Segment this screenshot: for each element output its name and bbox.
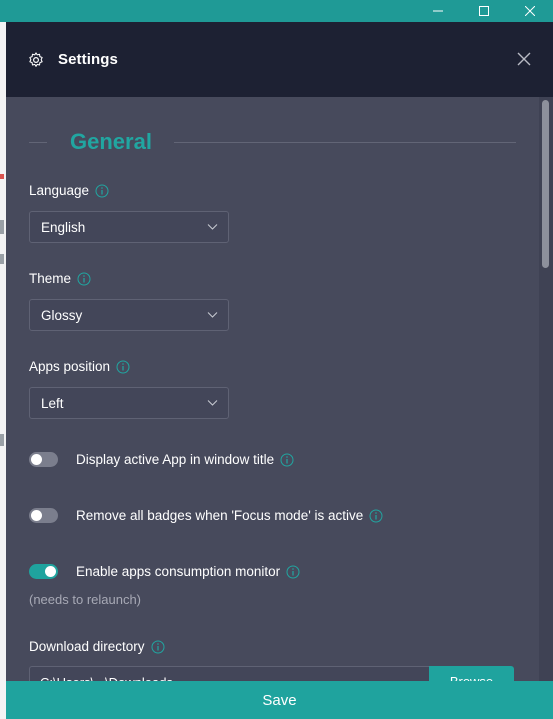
close-icon[interactable] xyxy=(516,51,532,67)
background-mark xyxy=(0,434,4,446)
chevron-down-icon xyxy=(207,312,218,318)
remove-badges-toggle[interactable] xyxy=(29,508,58,523)
info-icon[interactable] xyxy=(95,184,109,198)
info-icon[interactable] xyxy=(286,565,300,579)
language-label: Language xyxy=(29,183,109,198)
background-mark xyxy=(0,174,4,179)
active-app-title-toggle[interactable] xyxy=(29,452,58,467)
apps-position-label-text: Apps position xyxy=(29,359,111,374)
section-title: General xyxy=(70,129,152,154)
info-icon[interactable] xyxy=(116,360,130,374)
relaunch-note: (needs to relaunch) xyxy=(29,592,142,607)
toggle-row-consumption-monitor: Enable apps consumption monitor xyxy=(29,564,300,579)
settings-modal: Settings General Language English Theme … xyxy=(6,22,553,719)
toggle-label: Enable apps consumption monitor xyxy=(76,564,281,579)
chevron-down-icon xyxy=(207,224,218,230)
modal-title: Settings xyxy=(58,51,118,68)
theme-label-text: Theme xyxy=(29,271,72,286)
consumption-monitor-toggle[interactable] xyxy=(29,564,58,579)
theme-select[interactable]: Glossy xyxy=(29,299,229,331)
theme-label: Theme xyxy=(29,271,91,286)
divider xyxy=(173,141,516,143)
info-icon[interactable] xyxy=(77,272,91,286)
modal-header: Settings xyxy=(6,22,553,97)
save-button[interactable]: Save xyxy=(6,681,553,719)
window-titlebar xyxy=(0,0,553,22)
language-select[interactable]: English xyxy=(29,211,229,243)
toggle-label: Remove all badges when 'Focus mode' is a… xyxy=(76,508,364,523)
language-select-value: English xyxy=(41,219,86,235)
toggle-label: Display active App in window title xyxy=(76,452,275,467)
background-mark xyxy=(0,220,4,234)
apps-position-select-value: Left xyxy=(41,395,64,411)
apps-position-label: Apps position xyxy=(29,359,130,374)
divider xyxy=(29,141,47,143)
info-icon[interactable] xyxy=(280,453,294,467)
window-close-button[interactable] xyxy=(507,0,553,22)
language-label-text: Language xyxy=(29,183,90,198)
section-heading: General xyxy=(29,127,516,157)
toggle-knob xyxy=(45,566,56,577)
background-mark xyxy=(0,254,4,264)
apps-position-select[interactable]: Left xyxy=(29,387,229,419)
toggle-knob xyxy=(31,510,42,521)
download-directory-label: Download directory xyxy=(29,639,165,654)
close-icon xyxy=(525,6,535,16)
gear-icon xyxy=(29,51,43,67)
scrollbar-thumb[interactable] xyxy=(542,100,549,268)
theme-select-value: Glossy xyxy=(41,307,83,323)
toggle-knob xyxy=(31,454,42,465)
toggle-row-active-app-title: Display active App in window title xyxy=(29,452,294,467)
minimize-button[interactable] xyxy=(415,0,461,22)
scrollbar[interactable] xyxy=(539,97,553,719)
maximize-button[interactable] xyxy=(461,0,507,22)
info-icon[interactable] xyxy=(151,640,165,654)
settings-content: General Language English Theme Glossy Ap… xyxy=(6,97,553,719)
chevron-down-icon xyxy=(207,400,218,406)
info-icon[interactable] xyxy=(369,509,383,523)
minimize-icon xyxy=(433,10,443,12)
download-directory-label-text: Download directory xyxy=(29,639,145,654)
maximize-icon xyxy=(479,6,489,16)
toggle-row-remove-badges: Remove all badges when 'Focus mode' is a… xyxy=(29,508,383,523)
